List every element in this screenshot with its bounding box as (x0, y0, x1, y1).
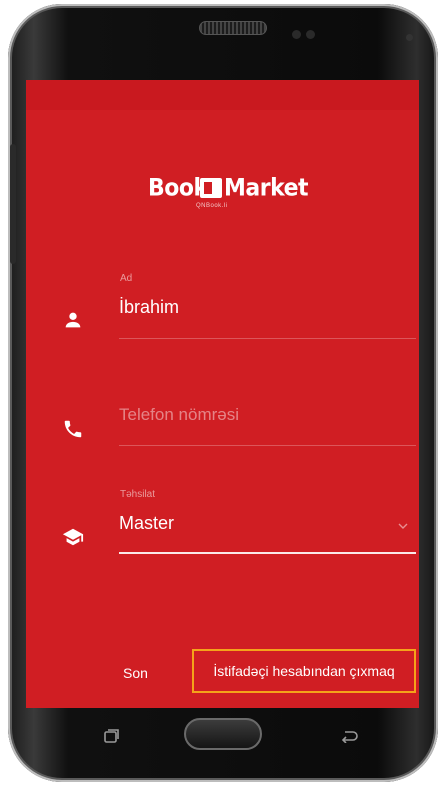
graduation-cap-icon (62, 528, 84, 546)
recent-apps-icon[interactable] (104, 729, 120, 743)
name-underline (119, 338, 416, 339)
phone-icon (64, 420, 82, 438)
side-button (10, 144, 16, 264)
app-logo: Book Market QNBook.li (148, 174, 318, 210)
logout-button[interactable]: İstifadəçi hesabından çıxmaq (192, 649, 416, 693)
earpiece-speaker (199, 21, 267, 35)
proximity-sensor (292, 30, 301, 39)
navigation-bar (26, 708, 419, 763)
son-button[interactable]: Son (123, 665, 148, 681)
education-label: Təhsilat (120, 489, 156, 500)
logo-market-text: Market (224, 174, 309, 203)
name-label: Ad (120, 273, 133, 284)
status-bar (26, 80, 419, 110)
education-select[interactable]: Master (119, 513, 174, 534)
phone-underline (119, 445, 416, 446)
phone-input[interactable]: Telefon nömrəsi (119, 405, 239, 425)
chevron-down-icon[interactable] (397, 521, 409, 531)
home-button[interactable] (184, 718, 262, 750)
education-underline (119, 552, 416, 554)
logo-subtitle: QNBook.li (196, 203, 228, 209)
person-icon (65, 312, 81, 328)
logo-book-text: Book (148, 174, 208, 203)
front-camera (406, 34, 413, 41)
name-input[interactable]: İbrahim (119, 297, 179, 318)
light-sensor (306, 30, 315, 39)
back-icon[interactable] (340, 729, 358, 743)
app-screen: Book Market QNBook.li Ad İbrahim Telefon… (26, 80, 419, 708)
logo-mark-icon (200, 178, 222, 198)
